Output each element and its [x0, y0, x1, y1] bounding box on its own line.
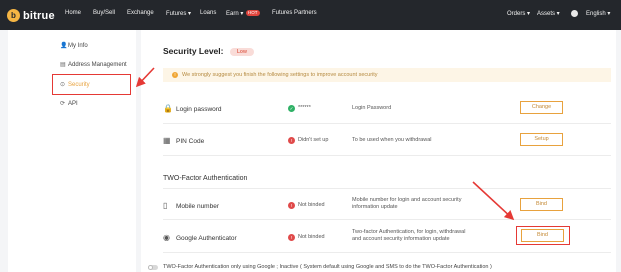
nav-buy-sell[interactable]: Buy/Sell	[93, 10, 115, 16]
nav-orders[interactable]: Orders ▾	[507, 10, 530, 17]
mobile-number-label: Mobile number	[176, 203, 219, 210]
nav-earn-label: Earn ▾	[226, 11, 244, 17]
divider	[163, 123, 611, 124]
pin-code-status-text: Didn't set up	[298, 137, 329, 143]
change-password-button[interactable]: Change	[520, 101, 563, 114]
mobile-number-status: ! Not binded	[288, 202, 325, 209]
security-level: Security Level: Low	[163, 46, 254, 56]
sidebar-item-label: API	[68, 101, 78, 107]
security-level-label: Security Level:	[163, 46, 224, 56]
login-password-label: Login password	[176, 106, 222, 113]
nav-loans[interactable]: Loans	[200, 10, 216, 16]
api-icon: ⟳	[60, 101, 66, 107]
nav-earn[interactable]: Earn ▾ HOT	[226, 10, 260, 17]
login-password-status-text: ******	[298, 105, 311, 111]
bitrue-logo-text: bitrue	[23, 9, 55, 22]
security-warning-banner: ! We strongly suggest you finish the foll…	[163, 68, 611, 82]
description-line: Two-factor Authentication, for login, wi…	[352, 229, 466, 235]
bind-mobile-button[interactable]: Bind	[520, 198, 563, 211]
tfa-google-only-toggle[interactable]	[148, 265, 158, 270]
mobile-number-description: Mobile number for login and account secu…	[352, 197, 461, 211]
setup-pin-button[interactable]: Setup	[520, 133, 563, 146]
description-line: and account security information update	[352, 236, 450, 242]
nav-exchange[interactable]: Exchange	[127, 10, 154, 16]
google-authenticator-icon: ◉	[163, 233, 170, 242]
description-line: information update	[352, 204, 398, 210]
login-password-description: Login Password	[352, 105, 392, 111]
warning-icon: !	[172, 72, 178, 78]
nav-futures-partners[interactable]: Futures Partners	[272, 10, 317, 16]
google-authenticator-status: ! Not binded	[288, 234, 325, 241]
account-sidebar: 👤My Info ▤ Address Management ⊙ Security ⟳…	[8, 30, 136, 272]
divider	[163, 252, 611, 253]
nav-assets[interactable]: Assets ▾	[537, 10, 560, 17]
login-password-status: ✓ ******	[288, 105, 311, 112]
description-line: Mobile number for login and account secu…	[352, 197, 462, 203]
alert-icon: !	[288, 137, 295, 144]
pin-code-label: PIN Code	[176, 138, 205, 145]
user-avatar-icon[interactable]	[571, 10, 578, 17]
security-settings-panel: Security Level: Low ! We strongly suggest…	[141, 30, 616, 272]
divider	[163, 219, 611, 220]
check-icon: ✓	[288, 105, 295, 112]
divider	[163, 155, 611, 156]
pin-code-status: ! Didn't set up	[288, 137, 328, 144]
google-authenticator-label: Google Authenticator	[176, 235, 237, 242]
sidebar-item-api[interactable]: ⟳ API	[60, 100, 78, 107]
sidebar-item-label: My Info	[68, 43, 88, 49]
tfa-footer-note: TWO-Factor Authentication only using Goo…	[163, 264, 492, 270]
bind-button-annotation-box	[516, 226, 570, 245]
nav-futures[interactable]: Futures ▾	[166, 10, 191, 17]
sidebar-item-label: Address Management	[68, 62, 127, 68]
google-authenticator-description: Two-factor Authentication, for login, wi…	[352, 229, 465, 243]
bitrue-logo[interactable]: b bitrue	[7, 9, 55, 22]
pin-code-icon: ▦	[163, 136, 171, 145]
warning-text: We strongly suggest you finish the follo…	[182, 72, 378, 78]
mobile-number-status-text: Not binded	[298, 202, 325, 208]
lock-icon: 🔒	[163, 104, 173, 113]
top-navigation-bar: b bitrue Home Buy/Sell Exchange Futures …	[0, 0, 621, 30]
user-icon: 👤	[60, 43, 68, 49]
address-book-icon: ▤	[60, 62, 66, 68]
tfa-section-title: TWO-Factor Authentication	[163, 175, 248, 182]
hot-badge: HOT	[246, 10, 260, 16]
bitrue-logo-mark: b	[7, 9, 20, 22]
sidebar-item-my-info[interactable]: 👤My Info	[60, 42, 88, 49]
google-authenticator-status-text: Not binded	[298, 234, 325, 240]
alert-icon: !	[288, 234, 295, 241]
nav-language[interactable]: English ▾	[586, 10, 610, 17]
alert-icon: !	[288, 202, 295, 209]
mobile-phone-icon: ▯	[163, 201, 168, 210]
nav-home[interactable]: Home	[65, 10, 81, 16]
security-annotation-box	[52, 74, 131, 95]
divider	[163, 188, 611, 189]
sidebar-item-address-management[interactable]: ▤ Address Management	[60, 61, 127, 68]
pin-code-description: To be used when you withdrawal	[352, 137, 432, 143]
security-level-badge: Low	[229, 48, 254, 56]
